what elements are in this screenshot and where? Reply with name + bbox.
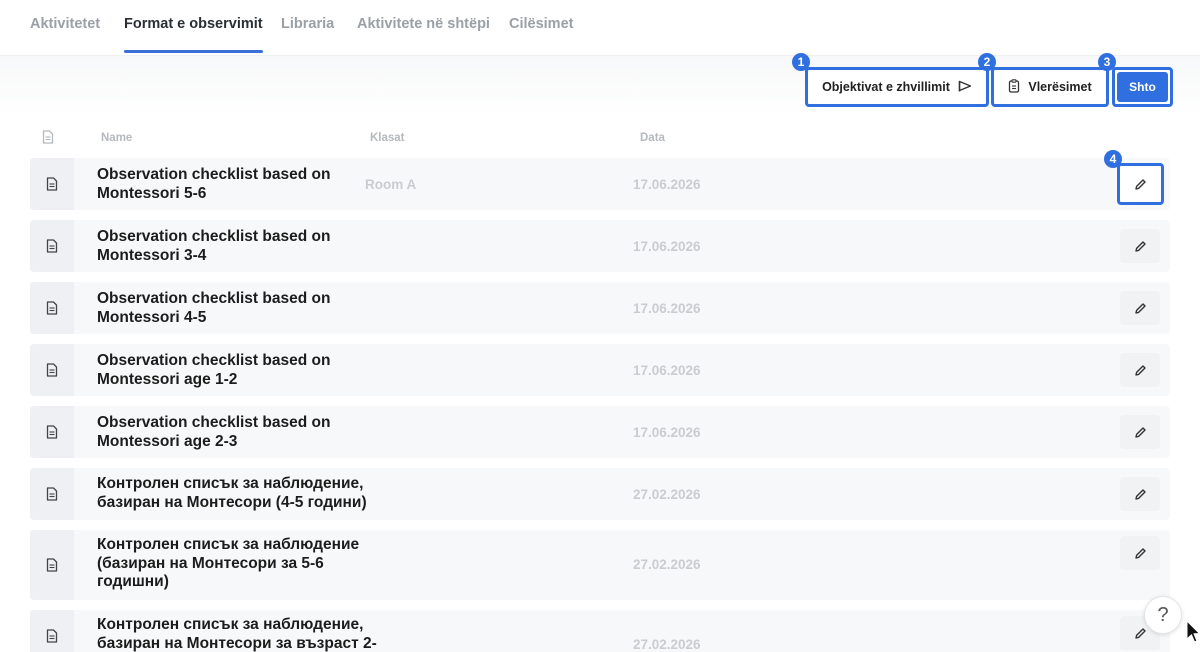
table-row[interactable]: Observation checklist based on Montessor… — [30, 158, 1170, 210]
table-row[interactable]: Observation checklist based on Montessor… — [30, 282, 1170, 334]
pencil-icon — [1134, 627, 1146, 639]
edit-button[interactable] — [1120, 353, 1160, 387]
table-row[interactable]: Контролен списък за наблюдение (базиран … — [30, 530, 1170, 600]
table-row[interactable]: Контролен списък за наблюдение, базиран … — [30, 610, 1170, 652]
document-icon — [46, 239, 58, 253]
row-date: 17.06.2026 — [633, 239, 701, 254]
document-icon — [46, 177, 58, 191]
document-icon — [46, 363, 58, 377]
add-button[interactable]: Shto — [1112, 67, 1173, 107]
edit-button[interactable] — [1120, 536, 1160, 570]
row-date: 27.02.2026 — [633, 487, 701, 502]
table-row[interactable]: Observation checklist based on Montessor… — [30, 344, 1170, 396]
step-badge-4: 4 — [1104, 150, 1122, 168]
row-icon-cell — [30, 468, 74, 520]
row-icon-cell — [30, 610, 74, 652]
row-icon-cell — [30, 406, 74, 458]
row-icon-cell — [30, 530, 74, 600]
pencil-icon — [1134, 426, 1146, 438]
row-date: 17.06.2026 — [633, 301, 701, 316]
table-row[interactable]: Контролен списък за наблюдение, базиран … — [30, 468, 1170, 520]
row-name: Observation checklist based on Montessor… — [97, 228, 331, 264]
row-date: 27.02.2026 — [633, 557, 701, 572]
pencil-icon — [1134, 364, 1146, 376]
flag-icon — [958, 80, 972, 95]
pencil-icon — [1134, 302, 1146, 314]
tab-cilesimet[interactable]: Cilësimet — [509, 16, 573, 32]
objectives-button[interactable]: Objektivat e zhvillimit — [805, 67, 989, 107]
tab-format-e-observimit[interactable]: Format e observimit — [124, 16, 263, 53]
row-icon-cell — [30, 282, 74, 334]
tab-aktivitetet[interactable]: Aktivitetet — [30, 16, 100, 32]
row-klasat: Room A — [365, 177, 417, 192]
document-icon — [42, 130, 54, 149]
step-badge-2: 2 — [978, 53, 996, 71]
row-name: Observation checklist based on Montessor… — [97, 414, 331, 450]
row-name: Observation checklist based on Montessor… — [97, 166, 331, 202]
assessments-button[interactable]: Vlerësimet — [991, 67, 1109, 107]
row-name: Контролен списък за наблюдение (базиран … — [97, 536, 360, 590]
edit-button[interactable] — [1120, 291, 1160, 325]
mouse-cursor-icon — [1186, 619, 1200, 649]
row-icon-cell — [30, 220, 74, 272]
edit-button[interactable] — [1117, 163, 1164, 205]
row-date: 17.06.2026 — [633, 425, 701, 440]
column-header-klasat[interactable]: Klasat — [370, 132, 405, 144]
pencil-icon — [1134, 488, 1146, 500]
column-header-data[interactable]: Data — [640, 132, 665, 144]
tab-aktivitete-ne-shtepi[interactable]: Aktivitete në shtëpi — [357, 16, 490, 32]
step-badge-1: 1 — [792, 53, 810, 71]
tab-bar: Aktivitetet Format e observimit Libraria… — [0, 0, 1200, 56]
row-name: Observation checklist based on Montessor… — [97, 352, 331, 388]
edit-button[interactable] — [1120, 229, 1160, 263]
document-icon — [46, 425, 58, 439]
row-name: Контролен списък за наблюдение, базиран … — [97, 616, 377, 652]
table-row[interactable]: Observation checklist based on Montessor… — [30, 406, 1170, 458]
row-icon-cell — [30, 158, 74, 210]
pencil-icon — [1134, 547, 1146, 559]
step-badge-3: 3 — [1098, 53, 1116, 71]
pencil-icon — [1135, 178, 1146, 190]
column-header-name[interactable]: Name — [101, 132, 132, 144]
help-button[interactable]: ? — [1144, 596, 1182, 634]
document-icon — [46, 487, 58, 501]
objectives-label: Objektivat e zhvillimit — [822, 80, 950, 94]
pencil-icon — [1134, 240, 1146, 252]
edit-button[interactable] — [1120, 415, 1160, 449]
edit-button[interactable] — [1120, 477, 1160, 511]
tab-libraria[interactable]: Libraria — [281, 16, 334, 32]
table-row[interactable]: Observation checklist based on Montessor… — [30, 220, 1170, 272]
row-icon-cell — [30, 344, 74, 396]
table-header: Name Klasat Data — [30, 126, 1170, 152]
document-icon — [46, 558, 58, 572]
row-date: 27.02.2026 — [633, 637, 701, 652]
clipboard-icon — [1008, 78, 1020, 96]
row-date: 17.06.2026 — [633, 363, 701, 378]
assessments-label: Vlerësimet — [1028, 80, 1092, 94]
row-name: Observation checklist based on Montessor… — [97, 290, 331, 326]
document-icon — [46, 301, 58, 315]
add-label: Shto — [1117, 72, 1168, 102]
row-name: Контролен списък за наблюдение, базиран … — [97, 475, 367, 511]
row-date: 17.06.2026 — [633, 177, 701, 192]
help-icon: ? — [1157, 603, 1169, 626]
document-icon — [46, 629, 58, 643]
